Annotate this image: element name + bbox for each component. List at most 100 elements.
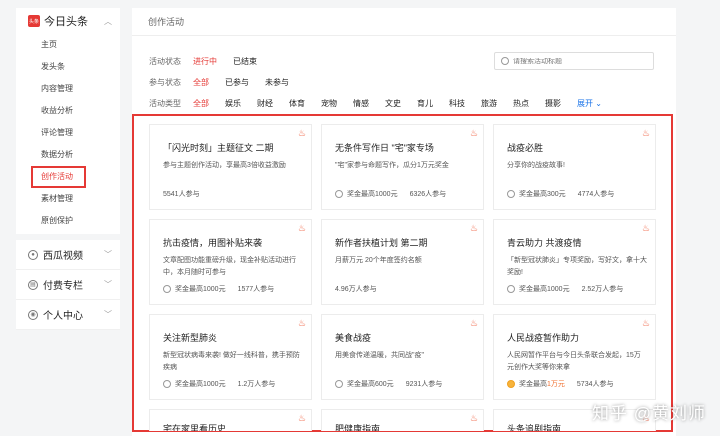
card-desc: 人民网暂作平台与今日头条联合发起，15万元创作大奖等你来拿 (507, 352, 641, 371)
card-meta: 奖金最高600元 9231人参与 (335, 379, 442, 389)
filter-option-not-joined[interactable]: 未参与 (265, 77, 289, 88)
filter-type: 活动类型 全部 娱乐 财经 体育 宠物 情感 文史 育儿 科技 旅游 热点 摄影… (149, 98, 618, 109)
search-icon (501, 57, 509, 65)
fire-icon: ♨ (297, 223, 306, 233)
card-participants: 5734人参与 (576, 381, 614, 388)
sidebar-item-analytics[interactable]: 数据分析 (16, 144, 120, 166)
user-icon: ◉ (28, 309, 38, 320)
search-box[interactable] (494, 52, 654, 70)
card-participants: 1.2万人参与 (237, 381, 276, 388)
card-desc: 用美食传递温暖，共同战"疫" (335, 352, 424, 359)
card-meta: 奖金最高1000元 1577人参与 (163, 284, 274, 294)
card-participants: 9231人参与 (405, 381, 443, 388)
card-desc: 参与主题创作活动，享最高3倍收益激励 (163, 162, 286, 169)
type-option[interactable]: 育儿 (417, 98, 433, 109)
app-root: 头条 今日头条 ︿ 主页 发头条 内容管理 收益分析 评论管理 数据分析 创作活… (0, 0, 720, 436)
sidebar-section-personal[interactable]: ◉ 个人中心 ﹀ (16, 300, 120, 330)
sidebar-item-comments[interactable]: 评论管理 (16, 122, 120, 144)
filter-label: 活动类型 (149, 99, 181, 108)
type-option[interactable]: 旅游 (481, 98, 497, 109)
coin-icon (335, 380, 343, 388)
type-option[interactable]: 热点 (513, 98, 529, 109)
fire-icon: ♨ (297, 318, 306, 328)
fire-icon: ♨ (297, 128, 306, 138)
fire-icon: ♨ (469, 413, 478, 423)
card-prize: 奖金最高1000元 (347, 191, 398, 198)
expand-button[interactable]: 展开 ⌄ (577, 98, 602, 109)
activity-card[interactable]: ♨ 人民战疫暂作助力 人民网暂作平台与今日头条联合发起，15万元创作大奖等你来拿… (493, 314, 656, 400)
sidebar-item-originality[interactable]: 原创保护 (16, 210, 120, 232)
fire-icon: ♨ (469, 318, 478, 328)
app-title: 今日头条 (44, 16, 88, 28)
card-desc: 「新型冠状肺炎」专项奖励，写好文，拿十大奖励! (507, 257, 647, 276)
card-meta: 5541人参与 (163, 189, 200, 199)
card-participants: 6326人参与 (409, 191, 447, 198)
search-input[interactable] (513, 57, 643, 65)
page-title: 创作活动 (132, 8, 676, 36)
activity-card[interactable]: ♨ 战疫必胜 分享你的战疫故事! 奖金最高300元 4774人参与 (493, 124, 656, 210)
card-title: 头条追剧指南 (507, 424, 562, 431)
card-participants: 1577人参与 (237, 286, 275, 293)
card-title: 人民战疫暂作助力 (507, 333, 580, 343)
section-label: 西瓜视频 (43, 251, 83, 262)
type-option[interactable]: 科技 (449, 98, 465, 109)
sidebar-section-paid[interactable]: ▤ 付费专栏 ﹀ (16, 270, 120, 300)
chevron-up-icon[interactable]: ︿ (104, 16, 112, 27)
card-title: 抗击疫情，用图补贴来袭 (163, 238, 263, 248)
filter-option-ended[interactable]: 已结束 (233, 56, 257, 67)
sidebar-item-materials[interactable]: 素材管理 (16, 188, 120, 210)
sidebar-item-revenue[interactable]: 收益分析 (16, 100, 120, 122)
fire-icon: ♨ (641, 128, 650, 138)
coin-icon (507, 285, 515, 293)
activity-card[interactable]: ♨ 无条件写作日 "宅"家专场 "宅"家参与命题写作，瓜分1万元奖金 奖金最高1… (321, 124, 484, 210)
chevron-down-icon: ﹀ (104, 280, 112, 289)
filter-option-ongoing[interactable]: 进行中 (193, 56, 217, 67)
activity-card[interactable]: ♨ 抗击疫情，用图补贴来袭 文章配图功能重磅升级，现金补贴活动进行中，本月随时可… (149, 219, 312, 305)
sidebar: 头条 今日头条 ︿ 主页 发头条 内容管理 收益分析 评论管理 数据分析 创作活… (16, 8, 120, 336)
activity-card[interactable]: ♨ 肥健康指南 (321, 409, 484, 431)
activity-card[interactable]: ♨ 宅在家里看历史 (149, 409, 312, 431)
type-option[interactable]: 体育 (289, 98, 305, 109)
type-option[interactable]: 宠物 (321, 98, 337, 109)
activity-grid-highlight: ♨ 「闪光时刻」主题征文 二期 参与主题创作活动，享最高3倍收益激励 5541人… (132, 114, 673, 432)
card-prize: 奖金最高300元 (519, 191, 566, 198)
filter-status: 活动状态 进行中 已结束 (149, 56, 273, 67)
activity-card[interactable]: ♨ 「闪光时刻」主题征文 二期 参与主题创作活动，享最高3倍收益激励 5541人… (149, 124, 312, 210)
sidebar-item-content[interactable]: 内容管理 (16, 78, 120, 100)
activity-card[interactable]: ♨ 美食战疫 用美食传递温暖，共同战"疫" 奖金最高600元 9231人参与 (321, 314, 484, 400)
card-meta: 奖金最高1000元 2.52万人参与 (507, 284, 623, 294)
card-title: 新作者扶植计划 第二期 (335, 238, 428, 248)
activity-card[interactable]: ♨ 关注新型肺炎 新型冠状病毒来袭! 做好一线科普，携手预防疾病 奖金最高100… (149, 314, 312, 400)
card-prize: 奖金最高 (519, 381, 547, 388)
activity-card[interactable]: ♨ 青云助力 共渡疫情 「新型冠状肺炎」专项奖励，写好文，拿十大奖励! 奖金最高… (493, 219, 656, 305)
card-desc: "宅"家参与命题写作，瓜分1万元奖金 (335, 162, 449, 169)
type-option[interactable]: 财经 (257, 98, 273, 109)
sidebar-section-xigua[interactable]: ● 西瓜视频 ﹀ (16, 240, 120, 270)
type-option[interactable]: 文史 (385, 98, 401, 109)
sidebar-main-card: 头条 今日头条 ︿ 主页 发头条 内容管理 收益分析 评论管理 数据分析 创作活… (16, 8, 120, 234)
type-option[interactable]: 娱乐 (225, 98, 241, 109)
card-meta: 奖金最高1000元 1.2万人参与 (163, 379, 275, 389)
filter-label: 活动状态 (149, 57, 181, 66)
filter-label: 参与状态 (149, 78, 181, 87)
filter-join: 参与状态 全部 已参与 未参与 (149, 77, 305, 88)
sidebar-app-header[interactable]: 头条 今日头条 ︿ (16, 8, 120, 34)
filter-option-joined[interactable]: 已参与 (225, 77, 249, 88)
section-label: 付费专栏 (43, 281, 83, 292)
sidebar-item-activities[interactable]: 创作活动 (31, 166, 86, 188)
sidebar-item-home[interactable]: 主页 (16, 34, 120, 56)
filter-option-all[interactable]: 全部 (193, 77, 209, 88)
type-option[interactable]: 情感 (353, 98, 369, 109)
activity-card[interactable]: ♨ 新作者扶植计划 第二期 月薪万元 20个年度签约名额 4.96万人参与 (321, 219, 484, 305)
watermelon-icon: ● (28, 249, 38, 260)
card-title: 关注新型肺炎 (163, 333, 218, 343)
card-meta: 奖金最高1000元 6326人参与 (335, 189, 446, 199)
type-option[interactable]: 全部 (193, 98, 209, 109)
sidebar-item-post[interactable]: 发头条 (16, 56, 120, 78)
fire-icon: ♨ (641, 318, 650, 328)
fire-icon: ♨ (297, 413, 306, 423)
toutiao-logo: 头条 (28, 15, 40, 27)
type-option[interactable]: 摄影 (545, 98, 561, 109)
card-title: 「闪光时刻」主题征文 二期 (163, 143, 274, 153)
sidebar-sections: ● 西瓜视频 ﹀ ▤ 付费专栏 ﹀ ◉ 个人中心 ﹀ (16, 240, 120, 330)
